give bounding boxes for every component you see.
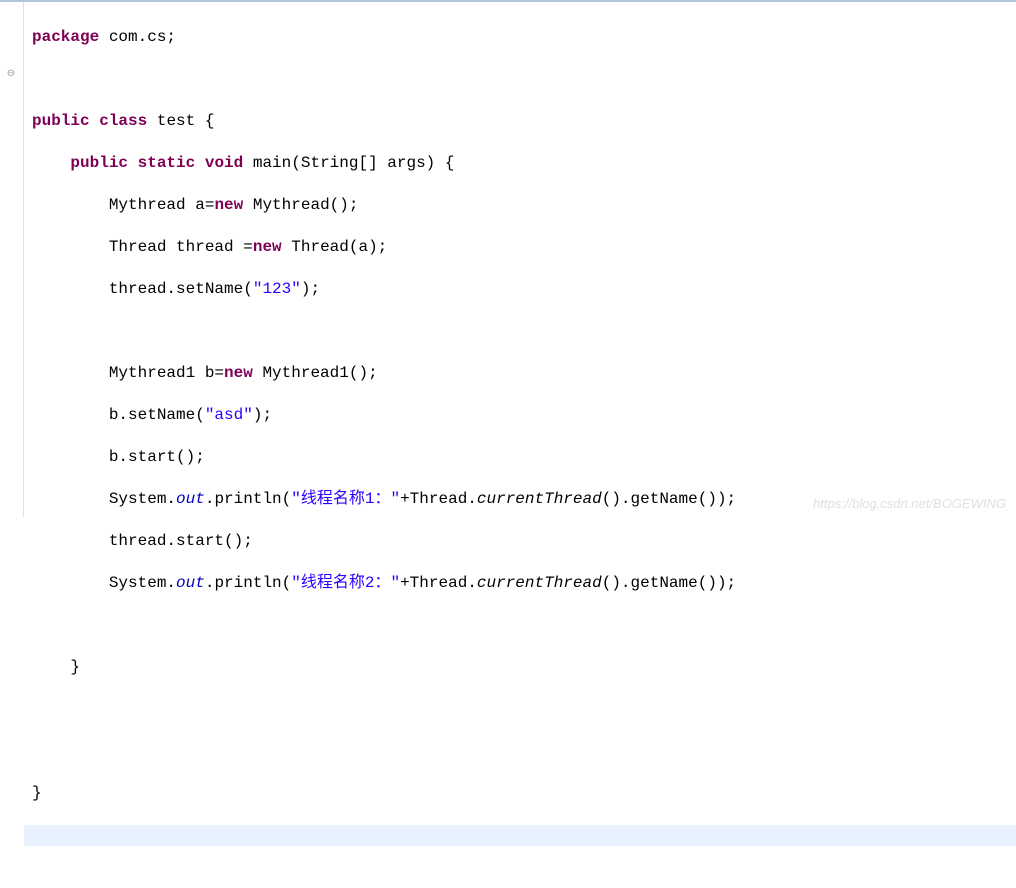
code-text: .println( [205, 490, 291, 508]
static-field-out: out [176, 490, 205, 508]
code-text: ().getName()); [602, 490, 736, 508]
code-text: test { [147, 112, 214, 130]
code-text: main(String[] args) { [243, 154, 454, 172]
code-line: } [32, 783, 1008, 804]
code-text: Thread(a); [282, 238, 388, 256]
code-line: System.out.println("线程名称2："+Thread.curre… [32, 573, 1008, 594]
code-line-empty [32, 321, 1008, 342]
keyword-new: new [253, 238, 282, 256]
static-field-out: out [176, 574, 205, 592]
static-method: currentThread [477, 490, 602, 508]
string-literal: "123" [253, 280, 301, 298]
code-text: b.start(); [109, 448, 205, 466]
string-literal: "asd" [205, 406, 253, 424]
code-text: } [32, 784, 42, 802]
keyword-package: package [32, 28, 99, 46]
string-literal: "线程名称1：" [291, 490, 400, 508]
string-literal: "线程名称2：" [291, 574, 400, 592]
code-text: System. [109, 490, 176, 508]
code-line: thread.setName("123"); [32, 279, 1008, 300]
code-text: Mythread(); [243, 196, 358, 214]
code-line-empty [32, 699, 1008, 720]
code-line-empty [32, 741, 1008, 762]
code-content[interactable]: package com.cs; public class test { publ… [24, 2, 1016, 517]
code-line: public static void main(String[] args) { [32, 153, 1008, 174]
code-line: b.setName("asd"); [32, 405, 1008, 426]
code-line: public class test { [32, 111, 1008, 132]
code-text: ); [301, 280, 320, 298]
code-line: b.start(); [32, 447, 1008, 468]
keyword-static: static [138, 154, 196, 172]
code-text: com.cs; [99, 28, 176, 46]
code-text: b.setName( [109, 406, 205, 424]
keyword-new: new [224, 364, 253, 382]
code-text: Mythread a= [109, 196, 215, 214]
editor-gutter: ⊖ [0, 2, 24, 517]
code-text: +Thread. [400, 574, 477, 592]
keyword-class: class [99, 112, 147, 130]
code-line: } [32, 657, 1008, 678]
code-line-empty [32, 69, 1008, 90]
code-line-highlighted [24, 825, 1016, 846]
watermark-text: https://blog.csdn.net/BOGEWING [813, 496, 1006, 511]
code-line: package com.cs; [32, 27, 1008, 48]
code-text: ); [253, 406, 272, 424]
fold-indicator-icon[interactable]: ⊖ [6, 70, 16, 80]
code-text: +Thread. [400, 490, 477, 508]
code-line: thread.start(); [32, 531, 1008, 552]
code-text: System. [109, 574, 176, 592]
keyword-public: public [32, 112, 90, 130]
keyword-void: void [205, 154, 243, 172]
keyword-new: new [214, 196, 243, 214]
code-editor: ⊖ package com.cs; public class test { pu… [0, 0, 1016, 517]
code-text: Thread thread = [109, 238, 253, 256]
keyword-public: public [70, 154, 128, 172]
code-text: Mythread1(); [253, 364, 378, 382]
code-text: thread.start(); [109, 532, 253, 550]
code-line-empty [32, 615, 1008, 636]
code-text: thread.setName( [109, 280, 253, 298]
code-line: Thread thread =new Thread(a); [32, 237, 1008, 258]
code-text: Mythread1 b= [109, 364, 224, 382]
static-method: currentThread [477, 574, 602, 592]
code-line: Mythread a=new Mythread(); [32, 195, 1008, 216]
code-text: } [70, 658, 80, 676]
code-text: ().getName()); [602, 574, 736, 592]
code-text: .println( [205, 574, 291, 592]
code-line: Mythread1 b=new Mythread1(); [32, 363, 1008, 384]
